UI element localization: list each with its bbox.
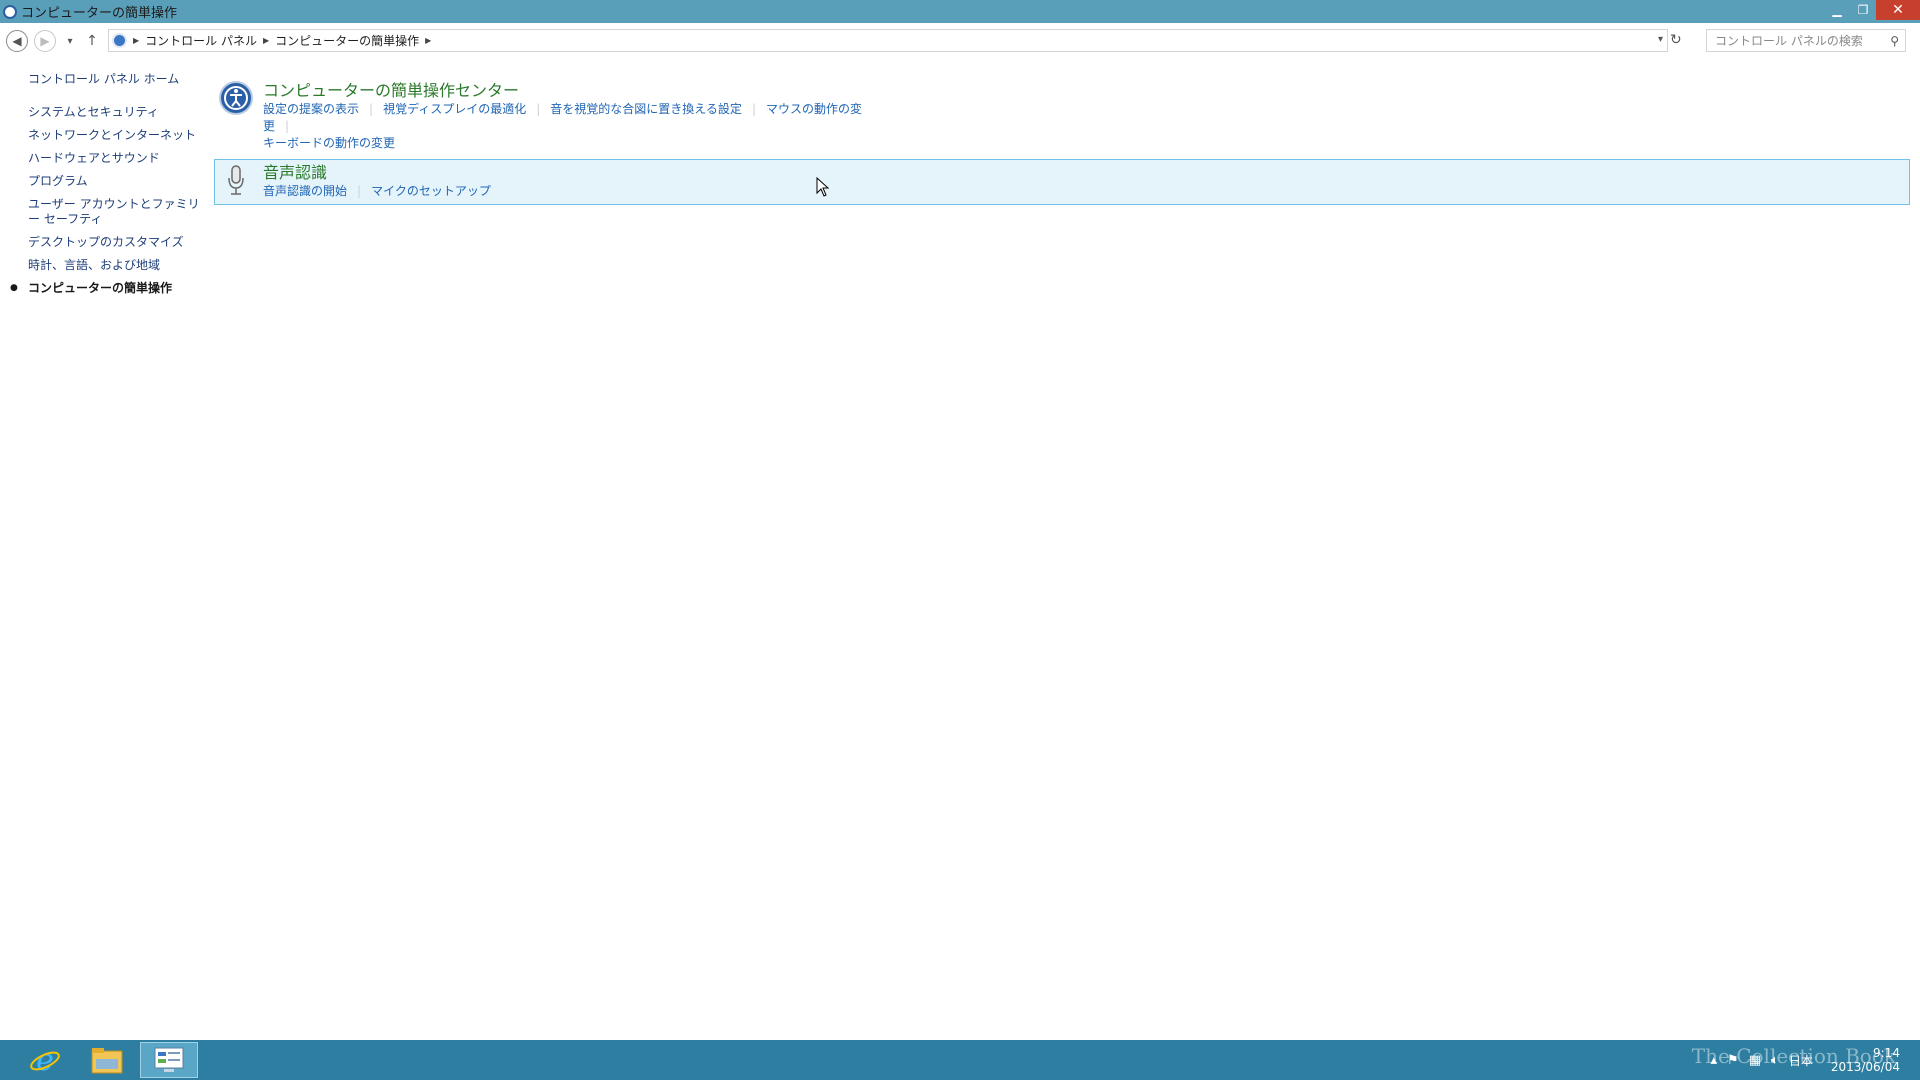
sidebar-item-user-accounts[interactable]: ユーザー アカウントとファミリー セーフティ [0, 197, 200, 227]
chevron-right-icon[interactable]: ▶ [263, 36, 269, 45]
chevron-up-icon[interactable]: ▴ [1711, 1053, 1718, 1068]
network-icon[interactable]: ▦ [1749, 1053, 1761, 1068]
link-mic-setup[interactable]: マイクのセットアップ [371, 184, 491, 198]
category-title[interactable]: コンピューターの簡単操作センター [263, 81, 1909, 101]
category-links: 音声認識の開始 | マイクのセットアップ [263, 183, 863, 200]
ease-of-access-icon[interactable] [219, 81, 253, 115]
sidebar-item-programs[interactable]: プログラム [0, 174, 200, 189]
breadcrumb[interactable]: ▶ コントロール パネル ▶ コンピューターの簡単操作 ▶ ▾ [108, 29, 1668, 52]
sidebar-item-ease-of-access: コンピューターの簡単操作 [0, 281, 200, 296]
internet-explorer-icon[interactable]: e [16, 1042, 74, 1078]
input-language[interactable]: 日本 [1789, 1052, 1813, 1069]
category-ease-of-access-center: コンピューターの簡単操作センター 設定の提案の表示 | 視覚ディスプレイの最適化 | 音… [214, 77, 1910, 157]
recent-locations-button[interactable]: ▾ [62, 30, 78, 52]
link-keyboard-settings[interactable]: キーボードの動作の変更 [263, 136, 395, 150]
chevron-right-icon[interactable]: ▶ [133, 36, 139, 45]
svg-text:e: e [36, 1044, 54, 1076]
forward-button[interactable]: ▶ [34, 30, 56, 52]
file-explorer-icon[interactable] [78, 1042, 136, 1078]
link-suggestions[interactable]: 設定の提案の表示 [263, 102, 359, 116]
category-title[interactable]: 音声認識 [263, 163, 1909, 183]
category-links: 設定の提案の表示 | 視覚ディスプレイの最適化 | 音を視覚的な合図に置き換える設定 | マ… [263, 101, 863, 152]
category-speech-recognition[interactable]: 音声認識 音声認識の開始 | マイクのセットアップ [214, 159, 1910, 205]
sidebar-item-clock-language[interactable]: 時計、言語、および地域 [0, 258, 200, 273]
chevron-down-icon[interactable]: ▾ [1658, 34, 1663, 45]
back-button[interactable]: ◀ [6, 30, 28, 52]
taskbar: e The Collection Book ▴ ⚑ ▦ 🔈︎ 日本 9:14 2… [0, 1040, 1920, 1080]
sidebar-item-network[interactable]: ネットワークとインターネット [0, 128, 200, 143]
sidebar-item-hardware-sound[interactable]: ハードウェアとサウンド [0, 151, 200, 166]
refresh-icon[interactable]: ↻ [1670, 32, 1682, 48]
control-panel-icon [112, 33, 127, 48]
link-separator: | [357, 184, 362, 198]
search-input[interactable]: コントロール パネルの検索 ⚲ [1706, 29, 1906, 52]
window-controls: ▁ ❐ ✕ [1824, 0, 1920, 23]
search-placeholder: コントロール パネルの検索 [1715, 34, 1863, 48]
link-visual-cues[interactable]: 音を視覚的な合図に置き換える設定 [550, 102, 742, 116]
control-panel-icon[interactable] [3, 4, 17, 19]
link-separator: | [751, 102, 756, 116]
breadcrumb-control-panel[interactable]: コントロール パネル [145, 32, 257, 49]
control-panel-icon[interactable] [140, 1042, 198, 1078]
link-optimize-display[interactable]: 視覚ディスプレイの最適化 [383, 102, 526, 116]
microphone-icon[interactable] [219, 163, 253, 197]
address-bar: ◀ ▶ ▾ ↑ ▶ コントロール パネル ▶ コンピューターの簡単操作 ▶ ▾ … [0, 27, 1920, 55]
flag-icon[interactable]: ⚑ [1727, 1053, 1739, 1068]
search-icon[interactable]: ⚲ [1890, 34, 1899, 48]
system-tray: ▴ ⚑ ▦ 🔈︎ 日本 9:14 2013/06/04 [1711, 1040, 1900, 1080]
link-separator: | [536, 102, 541, 116]
link-separator: | [369, 102, 374, 116]
volume-icon[interactable]: 🔈︎ [1771, 1053, 1779, 1068]
maximize-button[interactable]: ❐ [1850, 0, 1876, 20]
link-separator: | [285, 119, 290, 133]
title-bar: コンピューターの簡単操作 ▁ ❐ ✕ [0, 0, 1920, 23]
link-start-speech[interactable]: 音声認識の開始 [263, 184, 347, 198]
sidebar: コントロール パネル ホーム システムとセキュリティ ネットワークとインターネッ… [0, 72, 200, 304]
chevron-right-icon[interactable]: ▶ [425, 36, 431, 45]
mouse-cursor-icon [816, 177, 830, 197]
up-button[interactable]: ↑ [84, 30, 100, 52]
clock-date: 2013/06/04 [1830, 1060, 1900, 1074]
minimize-button[interactable]: ▁ [1824, 0, 1850, 20]
main-content: コンピューターの簡単操作センター 設定の提案の表示 | 視覚ディスプレイの最適化 | 音… [214, 77, 1910, 205]
clock-time: 9:14 [1873, 1046, 1900, 1060]
clock[interactable]: 9:14 2013/06/04 [1831, 1046, 1900, 1074]
sidebar-item-home[interactable]: コントロール パネル ホーム [0, 72, 200, 87]
sidebar-item-desktop[interactable]: デスクトップのカスタマイズ [0, 235, 200, 250]
close-button[interactable]: ✕ [1876, 0, 1920, 20]
breadcrumb-ease-of-access[interactable]: コンピューターの簡単操作 [275, 32, 419, 49]
sidebar-item-system-security[interactable]: システムとセキュリティ [0, 105, 200, 120]
window-title: コンピューターの簡単操作 [21, 6, 178, 21]
